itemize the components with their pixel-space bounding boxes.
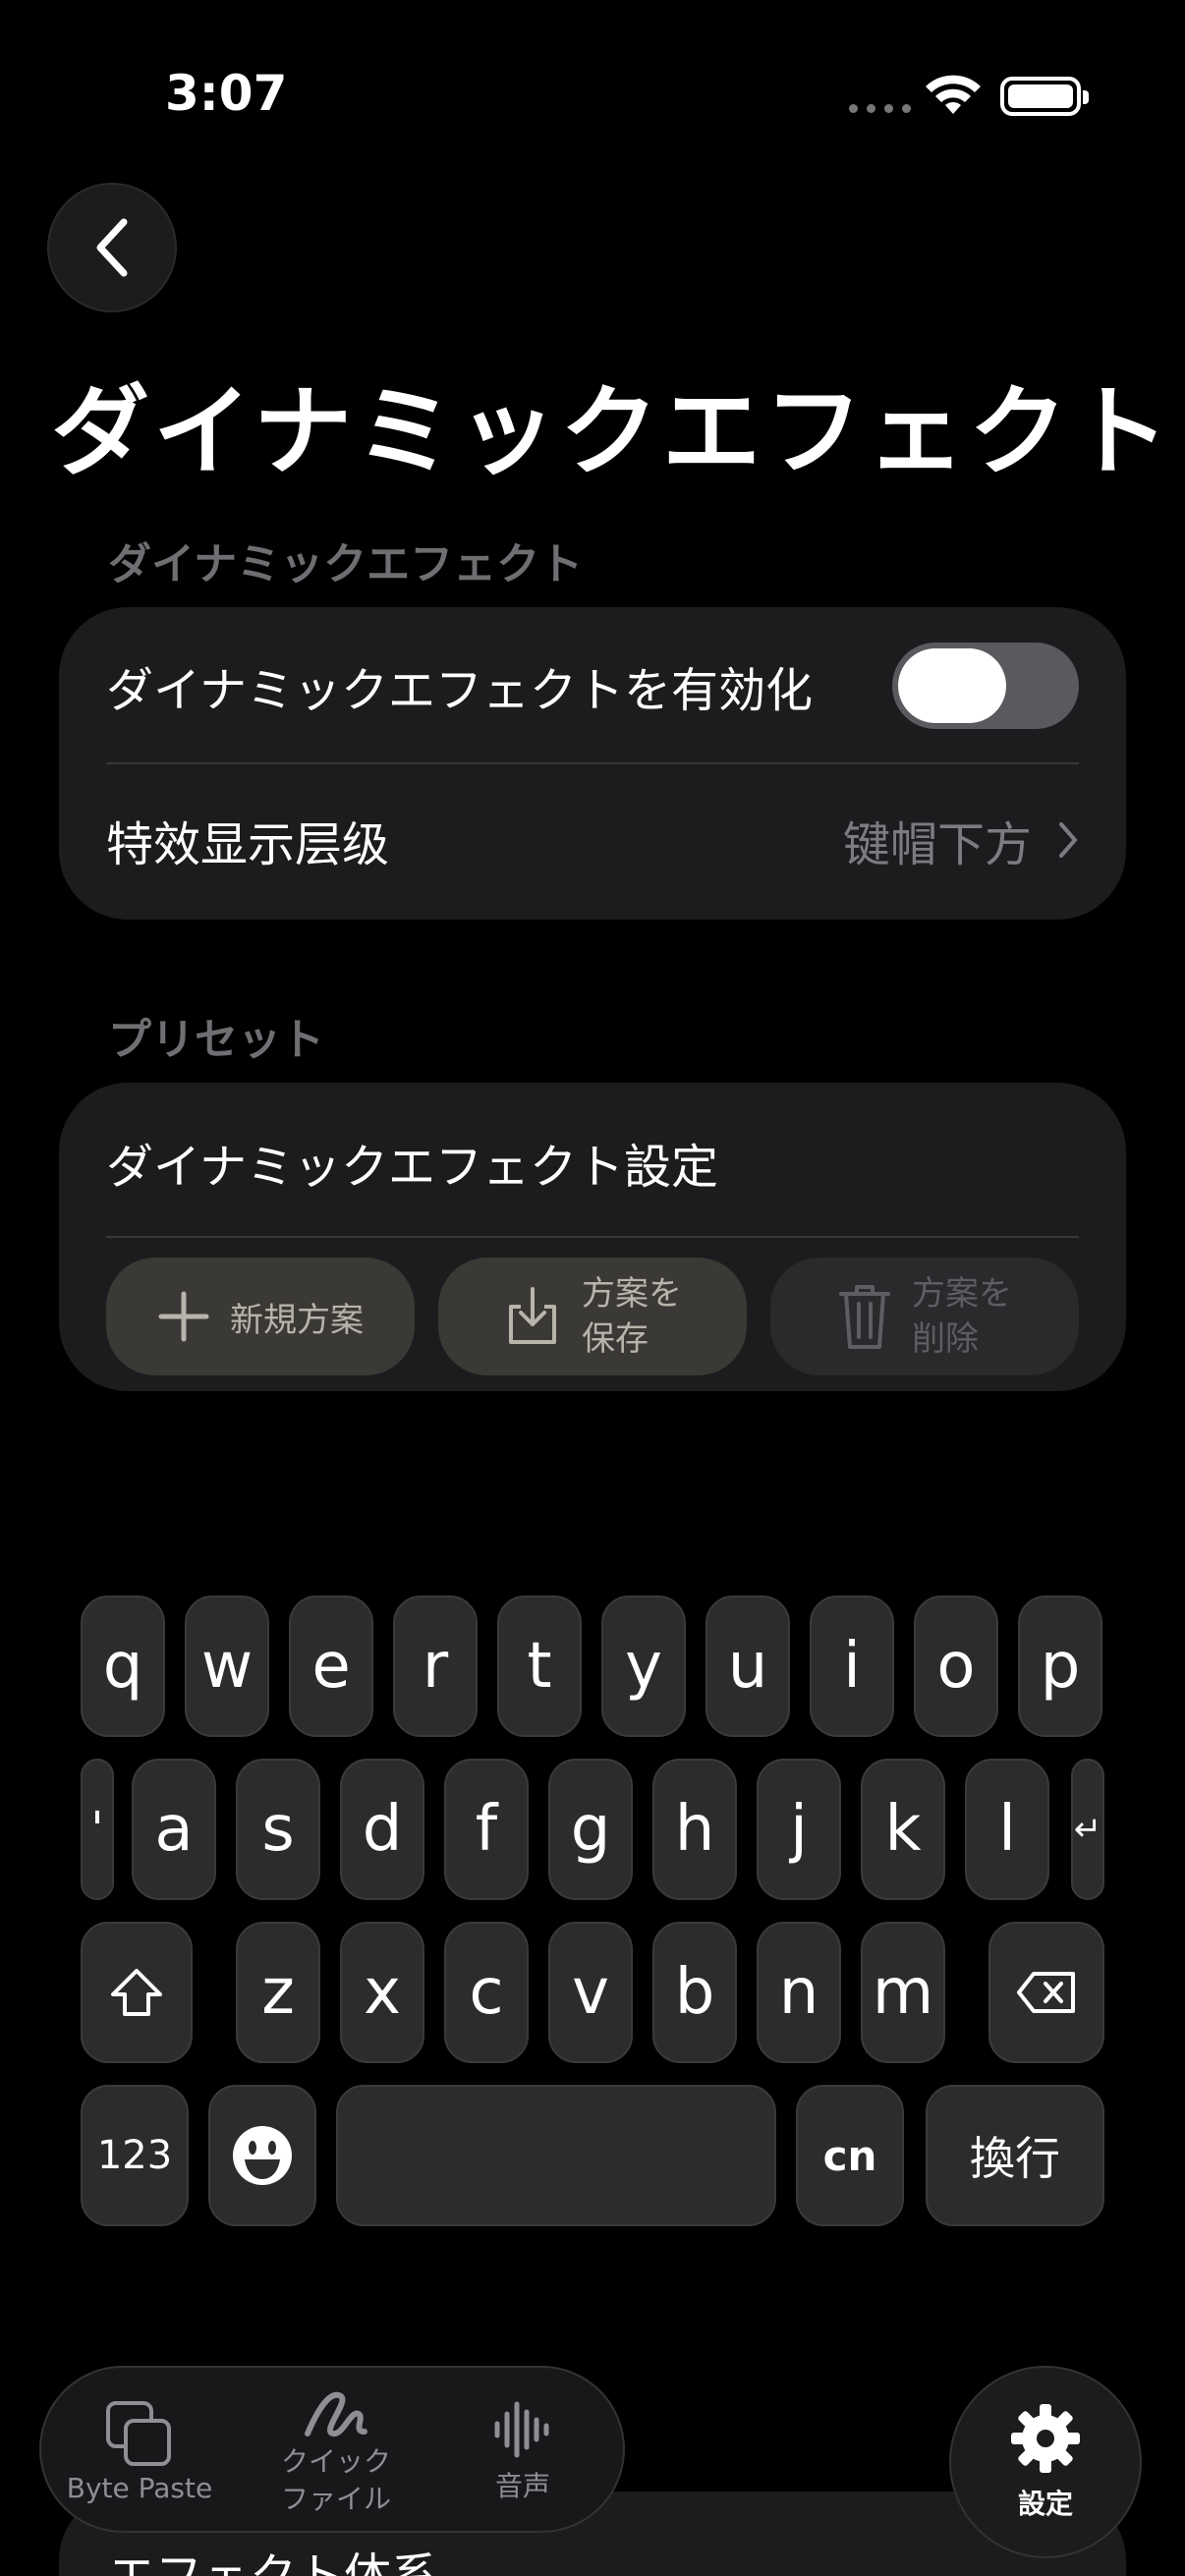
preset-name-row[interactable]: ダイナミックエフェクト設定: [106, 1108, 1079, 1216]
key-l[interactable]: l: [965, 1759, 1049, 1900]
newline-key[interactable]: 換行: [926, 2085, 1104, 2226]
key-w[interactable]: w: [185, 1596, 269, 1737]
tab-voice-label: 音声: [494, 2470, 550, 2502]
key-z[interactable]: z: [236, 1922, 320, 2063]
back-button[interactable]: [47, 183, 177, 312]
key-apostrophe[interactable]: ': [81, 1759, 114, 1900]
row-divider: [106, 762, 1079, 764]
key-g[interactable]: g: [548, 1759, 633, 1900]
trash-icon: [839, 1285, 890, 1349]
delete-preset-label-line2: 削除: [912, 1319, 979, 1359]
key-p[interactable]: p: [1018, 1596, 1102, 1737]
plus-icon: [158, 1291, 209, 1342]
waveform-icon: [494, 2401, 549, 2458]
save-preset-label-line1: 方案を: [582, 1274, 682, 1314]
wifi-icon: [926, 75, 981, 114]
enable-effect-toggle[interactable]: [892, 643, 1079, 729]
copy-icon: [106, 2400, 171, 2466]
tab-byte-paste[interactable]: Byte Paste: [41, 2368, 238, 2535]
key-u[interactable]: u: [705, 1596, 790, 1737]
toggle-knob: [898, 648, 1006, 723]
key-s[interactable]: s: [236, 1759, 320, 1900]
chevron-left-icon: [96, 218, 128, 277]
battery-icon: [1000, 77, 1089, 116]
key-v[interactable]: v: [548, 1922, 633, 2063]
save-preset-label-line2: 保存: [582, 1319, 649, 1359]
cellular-signal-icon: [849, 104, 911, 113]
page-title: ダイナミックエフェクト: [51, 374, 1173, 489]
key-a[interactable]: a: [132, 1759, 216, 1900]
lang-key[interactable]: cn: [796, 2085, 904, 2226]
effect-system-label: エフェクト体系: [108, 2548, 439, 2576]
key-y[interactable]: y: [601, 1596, 686, 1737]
key-r[interactable]: r: [393, 1596, 478, 1737]
emoji-icon: [233, 2126, 292, 2185]
key-t[interactable]: t: [497, 1596, 582, 1737]
delete-key[interactable]: [988, 1922, 1104, 2063]
bottom-tab-bar: Byte Paste クイック ファイル 音声: [39, 2366, 625, 2533]
download-icon: [509, 1287, 556, 1344]
tab-byte-paste-label: Byte Paste: [66, 2471, 213, 2504]
save-preset-label: 方案を 保存: [582, 1271, 682, 1362]
effects-card: ダイナミックエフェクトを有効化 特效显示层级 键帽下方: [59, 607, 1126, 920]
section-header-effects: ダイナミックエフェクト: [108, 539, 584, 589]
delete-preset-label-line1: 方案を: [912, 1274, 1012, 1314]
save-preset-button[interactable]: 方案を 保存: [438, 1258, 747, 1375]
effect-layer-value-group: 键帽下方: [843, 806, 1079, 874]
key-q[interactable]: q: [81, 1596, 165, 1737]
tab-quick-file[interactable]: クイック ファイル: [238, 2368, 434, 2535]
key-m[interactable]: m: [861, 1922, 945, 2063]
enable-effect-row[interactable]: ダイナミックエフェクトを有効化: [106, 635, 1079, 737]
key-j[interactable]: j: [757, 1759, 841, 1900]
delete-preset-button[interactable]: 方案を 削除: [770, 1258, 1079, 1375]
key-e[interactable]: e: [289, 1596, 373, 1737]
effect-layer-value: 键帽下方: [842, 817, 1032, 872]
key-k[interactable]: k: [861, 1759, 945, 1900]
key-o[interactable]: o: [914, 1596, 998, 1737]
tab-quick-file-label-line1: クイック: [280, 2445, 391, 2478]
delete-preset-label: 方案を 削除: [912, 1271, 1012, 1362]
key-f[interactable]: f: [444, 1759, 529, 1900]
enable-effect-label: ダイナミックエフェクトを有効化: [106, 663, 814, 718]
new-preset-label: 新規方案: [230, 1300, 364, 1340]
scribble-icon: [305, 2391, 367, 2436]
row-divider: [106, 1236, 1079, 1238]
settings-button[interactable]: 設定: [949, 2366, 1142, 2558]
key-h[interactable]: h: [652, 1759, 737, 1900]
key-i[interactable]: i: [810, 1596, 894, 1737]
delete-icon: [1017, 1972, 1075, 2013]
key-d[interactable]: d: [340, 1759, 424, 1900]
gear-icon: [1011, 2404, 1080, 2473]
key-x[interactable]: x: [340, 1922, 424, 2063]
effect-layer-label: 特效显示层级: [106, 817, 390, 872]
numbers-key[interactable]: 123: [81, 2085, 189, 2226]
new-preset-button[interactable]: 新規方案: [106, 1258, 415, 1375]
key-b[interactable]: b: [652, 1922, 737, 2063]
tab-voice[interactable]: 音声: [434, 2368, 611, 2535]
key-return-small[interactable]: ↵: [1071, 1759, 1104, 1900]
space-key[interactable]: [336, 2085, 776, 2226]
tab-quick-file-label-line2: ファイル: [280, 2483, 391, 2515]
key-n[interactable]: n: [757, 1922, 841, 2063]
settings-label: 設定: [1017, 2488, 1073, 2520]
emoji-key[interactable]: [208, 2085, 316, 2226]
effect-layer-row[interactable]: 特效显示层级 键帽下方: [106, 786, 1079, 894]
status-time: 3:07: [165, 65, 288, 122]
section-header-presets: プリセット: [108, 1015, 324, 1065]
key-c[interactable]: c: [444, 1922, 529, 2063]
chevron-right-icon: [1059, 822, 1078, 858]
shift-key[interactable]: [81, 1922, 193, 2063]
shift-icon: [111, 1969, 162, 2016]
preset-name: ダイナミックエフェクト設定: [106, 1140, 719, 1195]
